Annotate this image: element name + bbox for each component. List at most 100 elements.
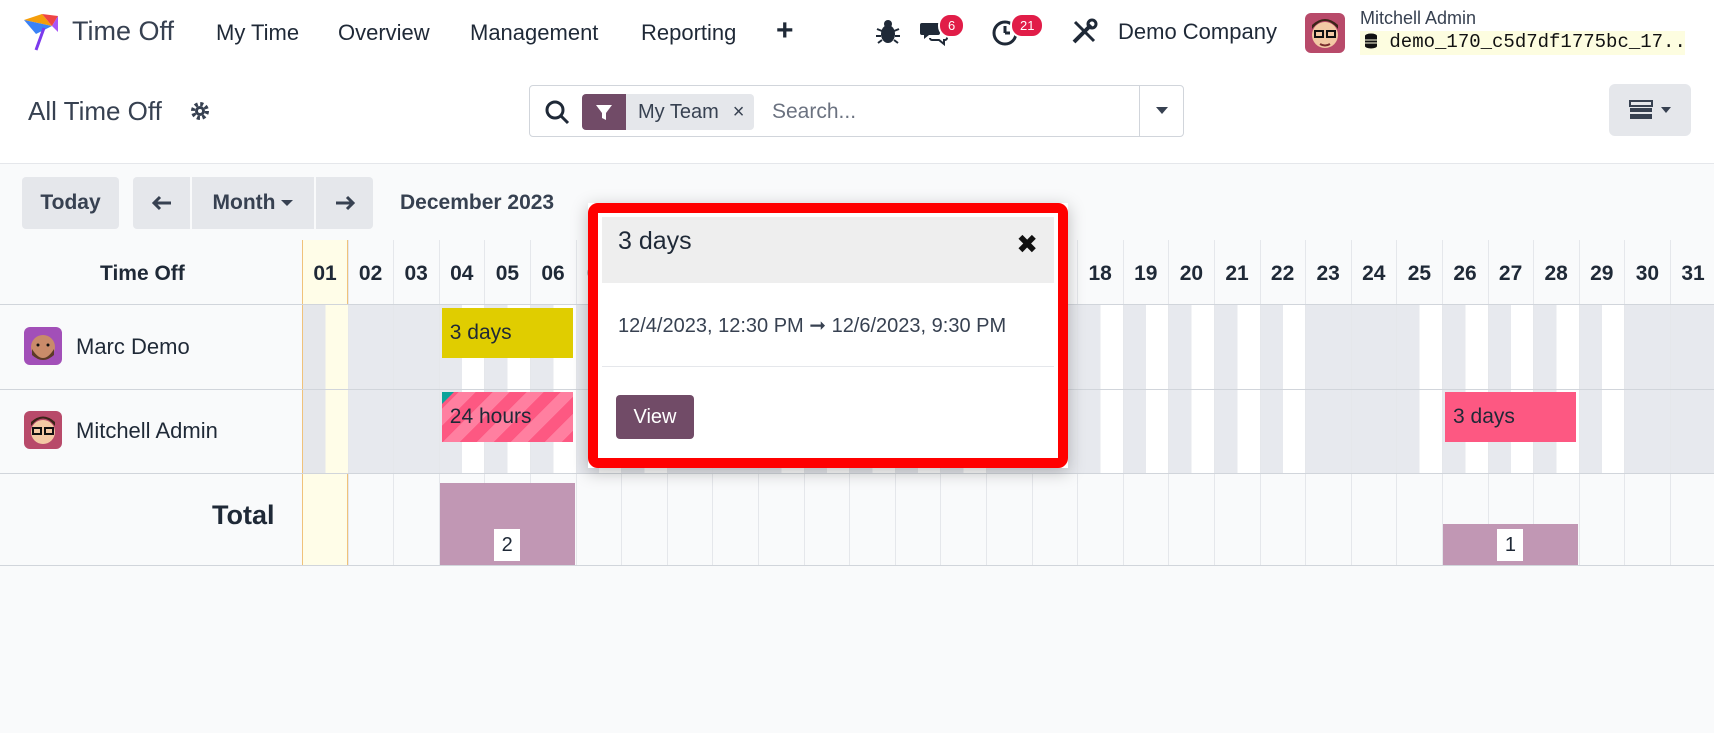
row-name-marc-demo: Marc Demo bbox=[76, 334, 190, 359]
day-cell[interactable] bbox=[1397, 305, 1442, 389]
day-header-30: 30 bbox=[1635, 262, 1660, 285]
day-cell[interactable] bbox=[1351, 305, 1397, 389]
arrow-right-icon bbox=[335, 195, 355, 211]
gear-icon[interactable] bbox=[189, 100, 211, 122]
day-cell[interactable] bbox=[1625, 390, 1670, 473]
messages-badge: 6 bbox=[938, 13, 966, 38]
row-divider bbox=[0, 473, 1714, 474]
avatar-marc-demo bbox=[24, 327, 62, 365]
day-header-28: 28 bbox=[1544, 262, 1568, 285]
day-cell[interactable] bbox=[394, 390, 439, 473]
caret-down-icon bbox=[1156, 107, 1168, 114]
day-cell[interactable] bbox=[1671, 390, 1714, 473]
facet-remove-button[interactable]: × bbox=[726, 94, 755, 130]
settings-tools-icon[interactable] bbox=[1069, 17, 1099, 47]
scale-dropdown[interactable]: Month bbox=[192, 177, 314, 229]
day-cell[interactable] bbox=[348, 305, 394, 389]
day-cell[interactable] bbox=[303, 305, 348, 389]
gantt-header-label: Time Off bbox=[100, 262, 185, 285]
filter-facet: My Team × bbox=[582, 94, 755, 130]
search-options-toggle[interactable] bbox=[1139, 86, 1184, 136]
close-icon[interactable]: ✖ bbox=[1016, 229, 1038, 260]
company-switcher[interactable]: Demo Company bbox=[1118, 19, 1277, 45]
view-button[interactable]: View bbox=[616, 395, 694, 439]
day-cell[interactable] bbox=[1215, 305, 1260, 389]
gantt-view-icon bbox=[1629, 100, 1653, 119]
day-cell[interactable] bbox=[1306, 390, 1351, 473]
popover-title: 3 days bbox=[618, 227, 692, 255]
day-header-27: 27 bbox=[1498, 262, 1523, 285]
day-header-23: 23 bbox=[1316, 262, 1340, 285]
day-cell[interactable] bbox=[1260, 390, 1306, 473]
day-cell[interactable] bbox=[1260, 305, 1306, 389]
day-cell[interactable] bbox=[1579, 390, 1625, 473]
plus-icon[interactable]: + bbox=[776, 14, 794, 48]
menu-management[interactable]: Management bbox=[470, 20, 598, 46]
day-cell[interactable] bbox=[1397, 390, 1442, 473]
day-cell[interactable] bbox=[1123, 305, 1169, 389]
day-cell[interactable] bbox=[394, 305, 439, 389]
view-switcher-button[interactable] bbox=[1609, 84, 1691, 136]
day-header-05: 05 bbox=[495, 262, 520, 285]
user-avatar[interactable] bbox=[1305, 13, 1345, 53]
scale-label: Month bbox=[212, 191, 276, 214]
day-cell[interactable] bbox=[1078, 305, 1123, 389]
bug-icon[interactable] bbox=[873, 17, 903, 47]
total-row-label: Total bbox=[212, 500, 275, 530]
day-cell[interactable] bbox=[1534, 305, 1579, 389]
row-divider bbox=[0, 565, 1714, 566]
search-icon[interactable] bbox=[544, 99, 570, 125]
day-cell[interactable] bbox=[1443, 305, 1488, 389]
day-cell[interactable] bbox=[1351, 390, 1397, 473]
leave-pill[interactable]: 3 days bbox=[441, 308, 573, 358]
leave-popover: 3 days ✖ 12/4/2023, 12:30 PM ➞ 12/6/2023… bbox=[588, 203, 1068, 468]
search-input[interactable] bbox=[772, 94, 1092, 130]
menu-overview[interactable]: Overview bbox=[338, 20, 430, 46]
caret-down-icon bbox=[1661, 107, 1671, 113]
day-cell[interactable] bbox=[1078, 390, 1123, 473]
user-name[interactable]: Mitchell Admin bbox=[1360, 8, 1476, 29]
day-cell[interactable] bbox=[303, 390, 348, 473]
next-button[interactable] bbox=[316, 177, 373, 229]
total-value: 2 bbox=[494, 529, 521, 561]
day-header-19: 19 bbox=[1134, 262, 1158, 285]
menu-reporting[interactable]: Reporting bbox=[641, 20, 736, 46]
leave-pill[interactable]: 24 hours bbox=[441, 392, 573, 442]
day-header-01: 01 bbox=[313, 262, 337, 285]
day-cell[interactable] bbox=[1169, 305, 1214, 389]
caret-down-icon bbox=[281, 200, 294, 206]
database-name: demo_170_c5d7df1775bc_17... bbox=[1360, 31, 1685, 55]
activities-badge: 21 bbox=[1010, 13, 1045, 38]
day-cell[interactable] bbox=[1123, 390, 1169, 473]
popover-divider bbox=[602, 366, 1054, 367]
menu-my-time[interactable]: My Time bbox=[216, 20, 299, 46]
day-cell[interactable] bbox=[1215, 390, 1260, 473]
day-header-29: 29 bbox=[1590, 262, 1614, 285]
arrow-left-icon bbox=[151, 195, 171, 211]
page-title: All Time Off bbox=[28, 96, 162, 126]
database-label: demo_170_c5d7df1775bc_17... bbox=[1389, 31, 1685, 53]
day-cell[interactable] bbox=[1306, 305, 1351, 389]
day-cell[interactable] bbox=[1671, 305, 1714, 389]
previous-button[interactable] bbox=[133, 177, 190, 229]
day-header-18: 18 bbox=[1088, 262, 1112, 285]
app-name[interactable]: Time Off bbox=[72, 16, 174, 47]
popover-date-range: 12/4/2023, 12:30 PM ➞ 12/6/2023, 9:30 PM bbox=[618, 315, 1007, 337]
day-header-24: 24 bbox=[1362, 262, 1386, 285]
day-cell[interactable] bbox=[348, 390, 394, 473]
day-header-26: 26 bbox=[1453, 262, 1477, 285]
day-cell[interactable] bbox=[1625, 305, 1670, 389]
day-cell[interactable] bbox=[1488, 305, 1534, 389]
today-button[interactable]: Today bbox=[22, 177, 119, 229]
day-header-02: 02 bbox=[358, 262, 383, 285]
control-panel: All Time Off My Team × bbox=[0, 68, 1714, 164]
leave-pill[interactable]: 3 days bbox=[1445, 392, 1576, 442]
day-cell[interactable] bbox=[1579, 305, 1625, 389]
time-off-app-logo[interactable] bbox=[22, 12, 60, 52]
day-header-03: 03 bbox=[404, 262, 428, 285]
day-header-25: 25 bbox=[1407, 262, 1432, 285]
day-header-22: 22 bbox=[1270, 262, 1295, 285]
facet-label: My Team bbox=[626, 94, 727, 130]
day-cell[interactable] bbox=[1169, 390, 1214, 473]
filter-icon bbox=[582, 94, 626, 130]
